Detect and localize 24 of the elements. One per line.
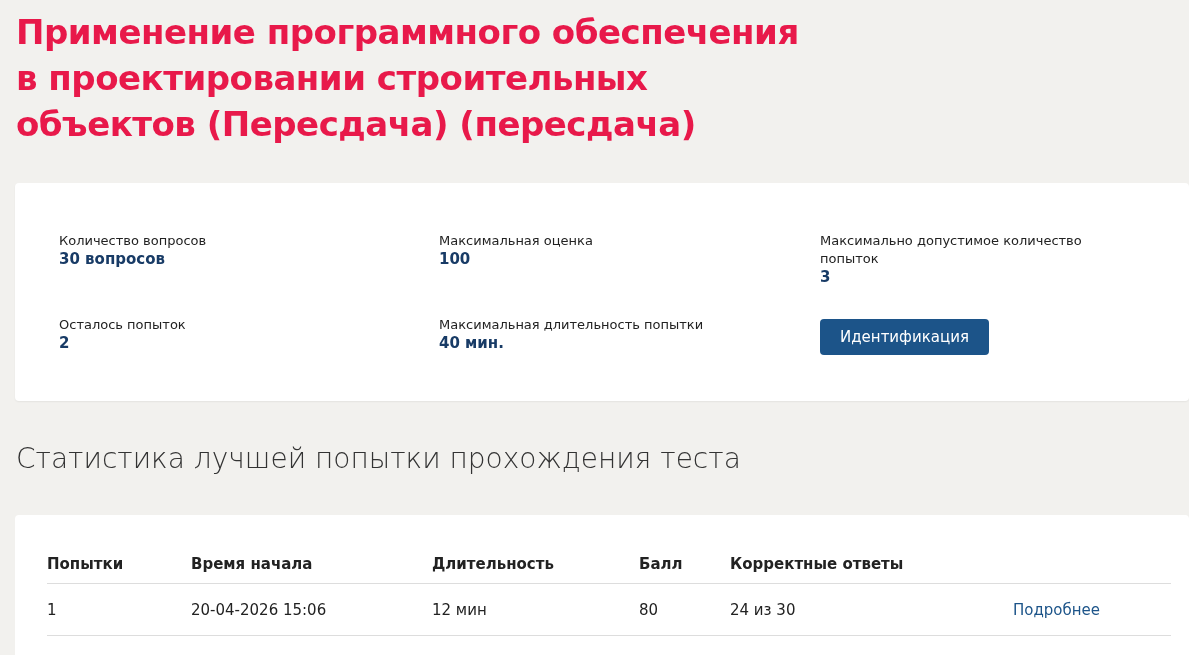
table-cell: 12 мин [432, 583, 639, 636]
field-value: 40 мин. [439, 334, 505, 352]
column-header: Балл [639, 555, 730, 584]
details-link[interactable]: Подробнее [1013, 601, 1101, 619]
column-header: Попытки [47, 555, 191, 584]
section-heading: Статистика лучшей попытки прохождения теста [16, 441, 742, 477]
column-header: Время начала [191, 555, 432, 584]
field-label: Количество вопросов [59, 232, 208, 250]
field-value: 100 [439, 250, 472, 268]
field-value: 30 вопросов [59, 250, 166, 268]
page-title: Применение программного обеспечения в проектировании строительных объектов (Пересдача) (пересдача) [16, 11, 800, 146]
field-label: Максимальная длительность попытки [439, 316, 705, 334]
field-label: Осталось попыток [59, 316, 187, 334]
field-value: 3 [820, 268, 832, 286]
column-header: Корректные ответы [730, 555, 1013, 584]
table-cell: 20-04-2026 15:06 [191, 583, 432, 636]
table-cell: 80 [639, 583, 730, 636]
field-label: Максимально допустимое количество попыток [820, 232, 1083, 268]
table-cell: 1 [47, 583, 191, 636]
field-value: 2 [59, 334, 71, 352]
identification-button[interactable]: Идентификация [820, 319, 989, 355]
table-cell: 24 из 30 [730, 583, 1013, 636]
field-label: Максимальная оценка [439, 232, 594, 250]
column-header: Длительность [432, 555, 639, 584]
